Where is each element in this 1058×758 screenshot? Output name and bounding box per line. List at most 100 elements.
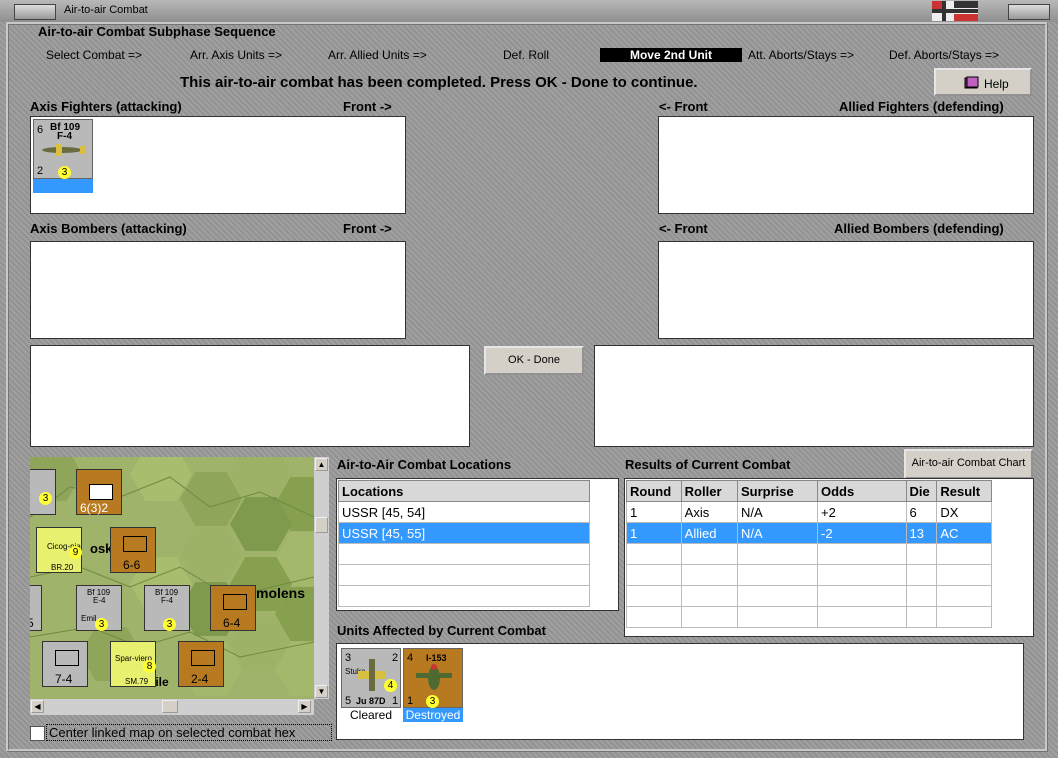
map-unit[interactable]: Cicog-nia 9 BR.20 bbox=[36, 527, 82, 573]
map-unit-variant: F-4 bbox=[161, 596, 173, 605]
map-unit-variant: E-4 bbox=[93, 596, 106, 605]
scroll-up-arrow[interactable]: ▲ bbox=[315, 458, 328, 471]
results-header: Result bbox=[936, 480, 992, 502]
map-unit-type: BR.20 bbox=[51, 563, 74, 572]
location-row[interactable]: USSR [45, 54] bbox=[338, 501, 590, 523]
axis-bombers-label: Axis Bombers (attacking) bbox=[30, 221, 187, 236]
counter-range: 3 bbox=[58, 166, 71, 179]
scroll-right-arrow[interactable]: ▶ bbox=[298, 700, 311, 713]
seq-select-combat: Select Combat => bbox=[46, 48, 143, 62]
location-row-empty bbox=[338, 564, 590, 586]
center-map-checkbox[interactable] bbox=[30, 726, 45, 741]
seq-move-2nd-unit: Move 2nd Unit bbox=[600, 48, 742, 62]
affected-unit-stuka[interactable]: 3 2 Stuka 4 5 Ju 87D 1 bbox=[341, 648, 401, 708]
axis-bombers-box[interactable] bbox=[30, 241, 406, 339]
locations-list[interactable]: Locations USSR [45, 54] USSR [45, 55] bbox=[336, 478, 619, 611]
window-control-button[interactable] bbox=[1008, 4, 1050, 20]
results-header: Round bbox=[626, 480, 682, 502]
map-unit[interactable]: 7-4 bbox=[42, 641, 88, 687]
map-unit-symbol bbox=[223, 594, 247, 610]
map-unit[interactable]: 6-6 bbox=[110, 527, 156, 573]
map-unit-strength: 6(3)2 bbox=[80, 501, 109, 515]
axis-fighters-label: Axis Fighters (attacking) bbox=[30, 99, 182, 114]
results-table-box: Round Roller Surprise Odds Die Result 1 … bbox=[624, 478, 1034, 637]
selection-bar bbox=[33, 179, 93, 193]
plane-icon bbox=[416, 664, 452, 690]
map-unit-sub: Emil bbox=[81, 614, 97, 623]
result-cell: 13 bbox=[905, 522, 938, 544]
map-unit[interactable]: 6(3)2 bbox=[76, 469, 122, 515]
result-cell: 6 bbox=[905, 501, 938, 523]
map-horizontal-scrollbar[interactable]: ◀ ▶ bbox=[30, 699, 314, 715]
sequence-bar: Select Combat => Arr. Axis Units => Arr.… bbox=[28, 42, 1030, 68]
flag-icon bbox=[932, 1, 978, 21]
map-unit[interactable]: Spar-viero 8 SM.79 bbox=[110, 641, 156, 687]
allied-bombers-box[interactable] bbox=[658, 241, 1034, 339]
ok-done-button[interactable]: OK - Done bbox=[484, 346, 584, 375]
axis-fighter-counter[interactable]: 6 Bf 109 F-4 2 3 bbox=[33, 119, 93, 179]
map-unit-symbol bbox=[123, 536, 147, 552]
counter-top-right: 2 bbox=[392, 652, 399, 664]
mini-map[interactable]: osk molens nile 6(3)2 3 6-6 Cicog-nia 9 … bbox=[30, 457, 314, 699]
map-unit-symbol bbox=[191, 650, 215, 666]
map-unit-symbol bbox=[55, 650, 79, 666]
map-unit[interactable]: 6-4 bbox=[210, 585, 256, 631]
help-label: Help bbox=[984, 77, 1009, 91]
scroll-thumb[interactable] bbox=[162, 700, 178, 713]
title-bar: Air-to-air Combat bbox=[0, 0, 1058, 23]
allied-bombers-front: <- Front bbox=[659, 221, 708, 236]
map-unit[interactable]: Bf 109 E-4 Emil 3 bbox=[76, 585, 122, 631]
allied-fighters-front: <- Front bbox=[659, 99, 708, 114]
map-unit-ring: 8 bbox=[143, 660, 156, 673]
map-unit-strength: 7-4 bbox=[55, 672, 73, 686]
axis-fighters-box[interactable]: 6 Bf 109 F-4 2 3 bbox=[30, 116, 406, 214]
counter-ring: 4 bbox=[384, 679, 397, 692]
result-cell: DX bbox=[936, 501, 992, 523]
affected-unit-i153[interactable]: 4 I-153 1 3 bbox=[403, 648, 463, 708]
map-unit[interactable]: 3 bbox=[30, 469, 56, 515]
map-unit-type: SM.79 bbox=[125, 677, 149, 686]
sequence-group-title: Air-to-air Combat Subphase Sequence bbox=[38, 24, 276, 39]
results-title: Results of Current Combat bbox=[625, 457, 791, 472]
counter-name: Ju 87D bbox=[356, 696, 386, 706]
result-cell: 1 bbox=[626, 501, 682, 523]
scroll-left-arrow[interactable]: ◀ bbox=[31, 700, 44, 713]
counter-bottom-right: 1 bbox=[392, 695, 399, 707]
result-cell: AC bbox=[936, 522, 992, 544]
map-unit-strength: 2-4 bbox=[191, 672, 209, 686]
system-menu-button[interactable] bbox=[14, 4, 56, 20]
map-unit[interactable]: -5 bbox=[30, 585, 42, 631]
location-row[interactable]: USSR [45, 55] bbox=[338, 522, 590, 544]
air-combat-chart-button[interactable]: Air-to-air Combat Chart bbox=[904, 449, 1033, 479]
axis-bombers-front: Front -> bbox=[343, 221, 392, 236]
result-cell: N/A bbox=[737, 501, 818, 523]
plane-icon bbox=[42, 144, 86, 156]
scroll-thumb[interactable] bbox=[315, 517, 328, 533]
affected-units-box: 3 2 Stuka 4 5 Ju 87D 1 Cleared 4 I-153 1… bbox=[336, 643, 1024, 740]
results-header: Odds bbox=[816, 480, 907, 502]
result-cell: 1 bbox=[626, 522, 682, 544]
seq-att-aborts: Att. Aborts/Stays => bbox=[748, 48, 855, 62]
map-unit-ring: 3 bbox=[39, 492, 52, 505]
allied-fighters-box[interactable] bbox=[658, 116, 1034, 214]
results-header: Roller bbox=[680, 480, 739, 502]
seq-arr-axis-units: Arr. Axis Units => bbox=[190, 48, 283, 62]
map-unit-strength: -5 bbox=[30, 616, 34, 630]
map-vertical-scrollbar[interactable]: ▲ ▼ bbox=[314, 457, 329, 699]
results-header: Die bbox=[905, 480, 938, 502]
result-cell: N/A bbox=[737, 522, 818, 544]
axis-info-panel bbox=[30, 345, 470, 447]
book-icon bbox=[964, 76, 979, 89]
window-title: Air-to-air Combat bbox=[64, 4, 148, 16]
scroll-down-arrow[interactable]: ▼ bbox=[315, 685, 328, 698]
locations-header: Locations bbox=[338, 480, 590, 502]
result-cell: Axis bbox=[680, 501, 739, 523]
allied-bombers-label: Allied Bombers (defending) bbox=[834, 221, 1004, 236]
help-button[interactable]: Help bbox=[934, 68, 1032, 96]
map-unit[interactable]: 2-4 bbox=[178, 641, 224, 687]
map-unit-symbol bbox=[89, 484, 113, 500]
map-unit[interactable]: Bf 109 F-4 3 bbox=[144, 585, 190, 631]
center-map-label[interactable]: Center linked map on selected combat hex bbox=[46, 724, 332, 741]
affected-status-selected: Destroyed bbox=[403, 708, 463, 722]
counter-ring: 3 bbox=[426, 695, 439, 708]
